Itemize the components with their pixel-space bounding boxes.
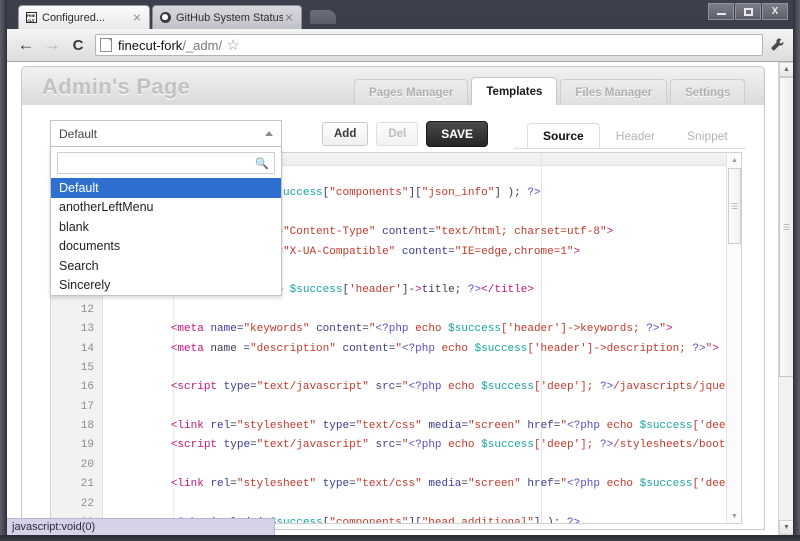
back-arrow-icon[interactable]: ← [13, 32, 39, 58]
line-number: 19 [80, 439, 94, 452]
browser-tab-github-system-status[interactable]: GitHub System Status [152, 5, 302, 29]
status-bar: javascript:void(0) [7, 518, 275, 535]
tab-strip: FINE CUT Configured... GitHub System Stat… [0, 0, 800, 29]
template-dropdown: 🔍 Default anotherLeftMenu blank document… [50, 147, 282, 296]
browser-tab-configured[interactable]: FINE CUT Configured... [18, 5, 150, 29]
template-search-wrap: 🔍 [51, 147, 281, 178]
line-number: 16 [80, 381, 94, 394]
tab-settings[interactable]: Settings [670, 79, 746, 106]
code-line: <link rel="stylesheet" type="text/css" m… [170, 478, 741, 491]
template-selector: Default 🔍 Default anotherLeftMenu blank … [50, 120, 282, 296]
editor-scroll-up-icon[interactable]: ▲ [727, 153, 741, 167]
browser-navigation-bar: ← → C finecut-fork/_adm/ ☆ [7, 29, 793, 62]
template-select-button[interactable]: Default [50, 120, 282, 147]
line-number: 15 [80, 361, 94, 374]
dropdown-option-default[interactable]: Default [51, 178, 281, 198]
address-bar-url: finecut-fork/_adm/ [118, 38, 222, 53]
url-path: /_adm/ [182, 37, 223, 53]
window-frame-right [793, 0, 800, 541]
github-favicon-icon [159, 12, 171, 24]
editor-scroll-down-icon[interactable]: ▼ [727, 509, 741, 523]
tab-pages-manager[interactable]: Pages Manager [354, 79, 469, 106]
wrench-glyph [770, 38, 783, 51]
page-title: Admin's Page [42, 74, 191, 99]
scroll-up-icon[interactable]: ▲ [779, 62, 793, 77]
code-line: <link rel="stylesheet" type="text/css" m… [170, 420, 741, 433]
editor-scrollbar[interactable]: ▲ ☰ ▼ [726, 153, 741, 523]
page-scrollbar[interactable]: ▲ ☰ ▼ [778, 62, 793, 535]
chevron-up-icon [265, 131, 273, 136]
url-host: finecut-fork [118, 37, 183, 53]
code-line: <meta name="keywords" content="<?php ech… [170, 323, 673, 336]
search-icon: 🔍 [255, 157, 269, 170]
editor-tab-snippet[interactable]: Snippet [671, 123, 744, 148]
window-minimize-button[interactable] [708, 3, 734, 20]
line-number: 14 [80, 342, 94, 355]
wrench-menu-icon[interactable] [765, 32, 789, 58]
delete-button[interactable]: Del [376, 122, 419, 146]
editor-scroll-thumb[interactable]: ☰ [728, 168, 741, 244]
dropdown-option-blank[interactable]: blank [51, 217, 281, 237]
templates-panel: Default 🔍 Default anotherLeftMenu blank … [21, 105, 765, 530]
scroll-down-icon[interactable]: ▼ [779, 520, 793, 535]
tab-templates[interactable]: Templates [471, 77, 558, 106]
browser-tab-title: GitHub System Status [176, 11, 283, 24]
tab-files-manager[interactable]: Files Manager [560, 79, 668, 106]
finecut-favicon-icon: FINE CUT [25, 12, 37, 23]
app-header: Admin's Page Pages Manager Templates Fil… [21, 66, 765, 106]
line-number: 17 [80, 400, 94, 413]
tab-close-icon[interactable] [131, 12, 143, 24]
template-select-value: Default [59, 126, 98, 141]
code-line: <meta name ="description" content="<?php… [170, 342, 719, 355]
dropdown-option-anotherleftmenu[interactable]: anotherLeftMenu [51, 198, 281, 218]
window-controls: X [708, 3, 788, 20]
new-tab-button[interactable] [310, 10, 336, 24]
editor-tab-group: Source Header Snippet [527, 123, 744, 148]
add-button[interactable]: Add [322, 122, 369, 146]
templates-toolbar: Default 🔍 Default anotherLeftMenu blank … [22, 105, 764, 296]
line-number: 18 [80, 420, 94, 433]
page-document-icon [100, 38, 112, 52]
browser-tab-title: Configured... [42, 11, 105, 24]
browser-window: FINE CUT Configured... GitHub System Stat… [0, 0, 800, 541]
editor-tab-underline [514, 148, 746, 149]
line-number: 22 [80, 497, 94, 510]
dropdown-option-sincerely[interactable]: Sincerely [51, 276, 281, 296]
dropdown-option-search[interactable]: Search [51, 256, 281, 276]
code-line: <script type="text/javascript" src="<?ph… [170, 381, 741, 394]
window-frame-left [0, 0, 7, 541]
template-search-field[interactable]: 🔍 [57, 152, 275, 174]
line-number: 21 [80, 478, 94, 491]
page-scroll-thumb[interactable]: ☰ [779, 77, 793, 377]
bookmark-star-icon[interactable]: ☆ [222, 34, 244, 56]
dropdown-option-documents[interactable]: documents [51, 237, 281, 257]
close-icon: X [771, 5, 779, 17]
tab-close-icon[interactable] [283, 12, 295, 24]
save-button[interactable]: SAVE [426, 121, 489, 147]
line-number: 13 [80, 323, 94, 336]
action-button-group: Add Del SAVE [322, 121, 489, 147]
editor-tab-header[interactable]: Header [600, 123, 671, 148]
line-number: 20 [80, 458, 94, 471]
window-close-button[interactable]: X [762, 3, 788, 20]
line-number: 12 [80, 303, 94, 316]
address-bar[interactable]: finecut-fork/_adm/ ☆ [95, 34, 763, 56]
app-nav-tabs: Pages Manager Templates Files Manager Se… [354, 77, 748, 106]
page-viewport: Admin's Page Pages Manager Templates Fil… [7, 62, 793, 535]
window-maximize-button[interactable] [735, 3, 761, 20]
code-line: <script type="text/javascript" src="<?ph… [170, 439, 741, 452]
window-frame-bottom [0, 535, 800, 541]
reload-icon[interactable]: C [65, 32, 91, 58]
forward-arrow-icon[interactable]: → [39, 32, 65, 58]
admin-page: Admin's Page Pages Manager Templates Fil… [7, 62, 778, 535]
editor-tab-source[interactable]: Source [527, 123, 600, 148]
